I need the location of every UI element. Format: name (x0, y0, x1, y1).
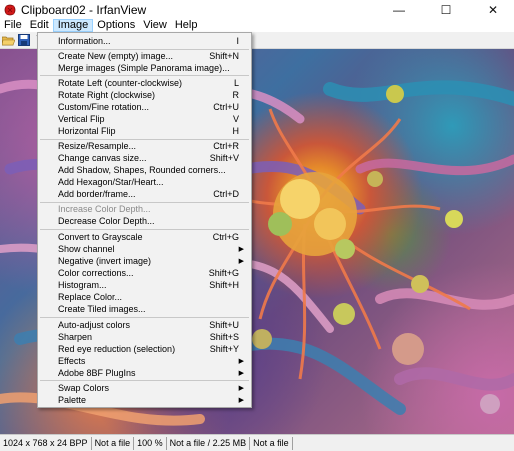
maximize-button[interactable]: ☐ (423, 0, 469, 19)
menu-item-negative[interactable]: Negative (invert image) ▶ (39, 255, 250, 267)
menu-item-create-tiled-images[interactable]: Create Tiled images... (39, 303, 250, 315)
menu-item-red-eye-reduction[interactable]: Red eye reduction (selection) Shift+Y (39, 343, 250, 355)
menu-separator (40, 380, 249, 381)
menu-item-palette[interactable]: Palette ▶ (39, 394, 250, 406)
save-icon[interactable] (17, 33, 31, 47)
menu-item-convert-to-grayscale[interactable]: Convert to Grayscale Ctrl+G (39, 231, 250, 243)
irfanview-logo-icon (4, 4, 16, 16)
status-zoom: 100 % (134, 436, 167, 450)
window-title: Clipboard02 - IrfanView (21, 2, 147, 17)
menu-item-color-corrections[interactable]: Color corrections... Shift+G (39, 267, 250, 279)
menu-item-resize-resample[interactable]: Resize/Resample... Ctrl+R (39, 140, 250, 152)
menu-item-decrease-color-depth[interactable]: Decrease Color Depth... (39, 215, 250, 227)
menu-separator (40, 317, 249, 318)
title-bar: Clipboard02 - IrfanView — ☐ ✕ (0, 0, 514, 19)
menu-options[interactable]: Options (93, 19, 139, 32)
menu-item-horizontal-flip[interactable]: Horizontal Flip H (39, 125, 250, 137)
menu-file[interactable]: File (0, 19, 26, 32)
submenu-arrow-icon: ▶ (238, 258, 244, 265)
menu-item-histogram[interactable]: Histogram... Shift+H (39, 279, 250, 291)
menu-item-information[interactable]: Information... I (39, 35, 250, 47)
menu-edit[interactable]: Edit (26, 19, 53, 32)
menu-item-add-hexagon-star-heart[interactable]: Add Hexagon/Star/Heart... (39, 176, 250, 188)
menu-item-adobe-8bf-plugins[interactable]: Adobe 8BF PlugIns ▶ (39, 367, 250, 379)
minimize-button[interactable]: — (376, 0, 422, 19)
menu-item-increase-color-depth: Increase Color Depth... (58, 204, 151, 214)
menu-item-change-canvas-size[interactable]: Change canvas size... Shift+V (39, 152, 250, 164)
menu-item-rotate-right[interactable]: Rotate Right (clockwise) R (39, 89, 250, 101)
menu-view[interactable]: View (139, 19, 171, 32)
menu-item-rotate-left[interactable]: Rotate Left (counter-clockwise) L (39, 77, 250, 89)
submenu-arrow-icon: ▶ (238, 397, 244, 404)
submenu-arrow-icon: ▶ (238, 370, 244, 377)
menu-item-replace-color[interactable]: Replace Color... (39, 291, 250, 303)
menu-item-show-channel[interactable]: Show channel ▶ (39, 243, 250, 255)
menu-image[interactable]: Image (52, 19, 94, 32)
status-file-1: Not a file (92, 436, 135, 450)
menu-item-add-shadow-shapes[interactable]: Add Shadow, Shapes, Rounded corners... (39, 164, 250, 176)
menu-bar: File Edit Image Options View Help (0, 19, 514, 32)
image-menu-dropdown: Information... I Create New (empty) image… (37, 32, 252, 408)
status-file-2: Not a file (250, 436, 293, 450)
menu-item-swap-colors[interactable]: Swap Colors ▶ (39, 382, 250, 394)
menu-separator (40, 229, 249, 230)
submenu-arrow-icon: ▶ (238, 358, 244, 365)
close-button[interactable]: ✕ (470, 0, 514, 19)
menu-item-effects[interactable]: Effects ▶ (39, 355, 250, 367)
menu-separator (40, 75, 249, 76)
open-folder-icon[interactable] (1, 33, 15, 47)
submenu-arrow-icon: ▶ (238, 385, 244, 392)
status-bar: 1024 x 768 x 24 BPP Not a file 100 % Not… (0, 434, 514, 451)
menu-help[interactable]: Help (171, 19, 202, 32)
menu-item-vertical-flip[interactable]: Vertical Flip V (39, 113, 250, 125)
menu-item-create-new-image[interactable]: Create New (empty) image... Shift+N (39, 50, 250, 62)
status-file-size: Not a file / 2.25 MB (167, 436, 251, 450)
menu-item-custom-rotation[interactable]: Custom/Fine rotation... Ctrl+U (39, 101, 250, 113)
menu-item-auto-adjust-colors[interactable]: Auto-adjust colors Shift+U (39, 319, 250, 331)
submenu-arrow-icon: ▶ (238, 246, 244, 253)
menu-item-sharpen[interactable]: Sharpen Shift+S (39, 331, 250, 343)
menu-item-add-border-frame[interactable]: Add border/frame... Ctrl+D (39, 188, 250, 200)
menu-item-merge-images[interactable]: Merge images (Simple Panorama image)... (39, 62, 250, 74)
status-image-dimensions: 1024 x 768 x 24 BPP (0, 436, 92, 450)
